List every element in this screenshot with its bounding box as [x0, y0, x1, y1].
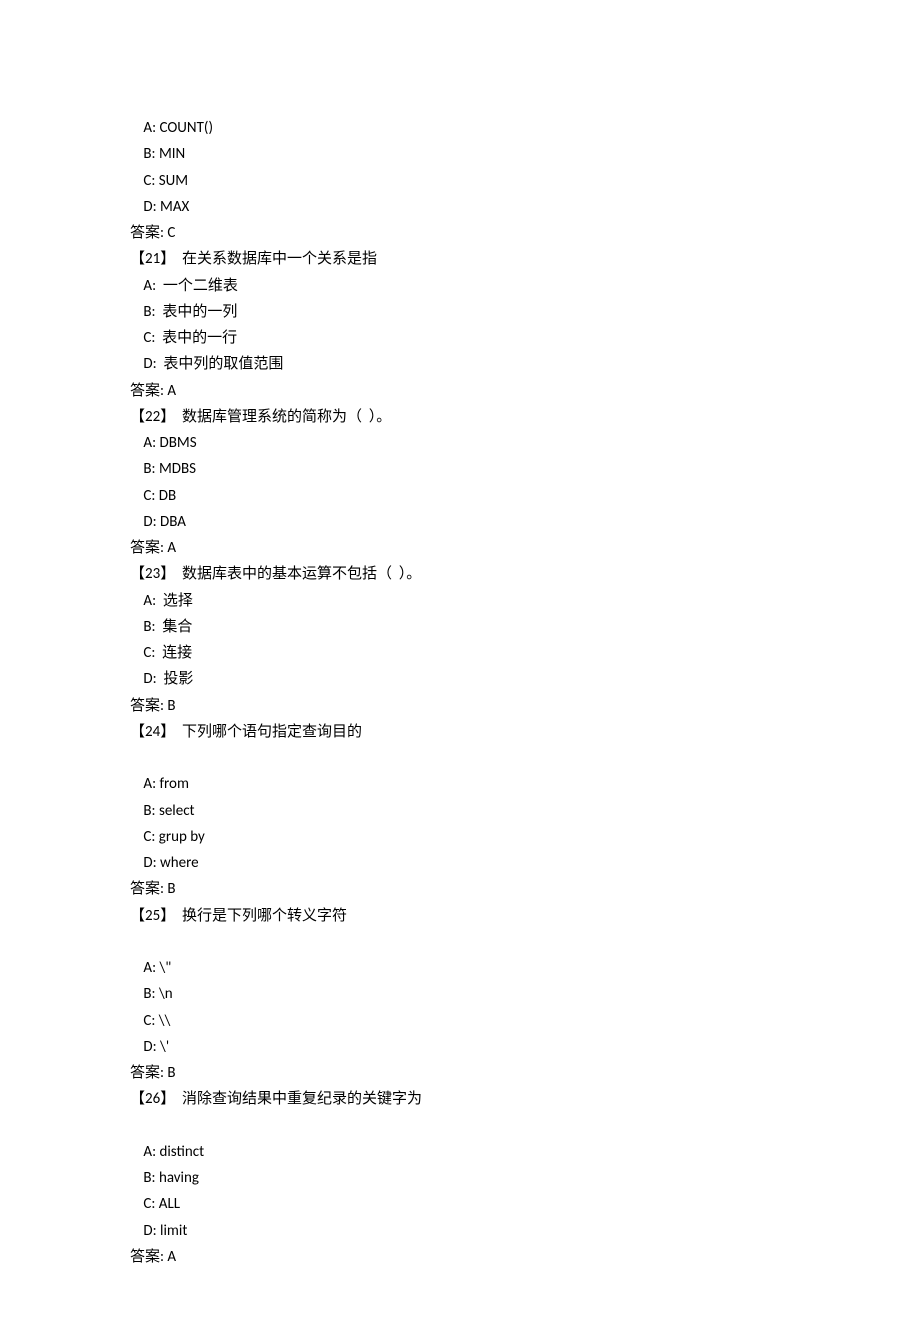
text-line: 【22】 数据库管理系统的简称为（ ）。 [130, 404, 790, 430]
text-line: B: 表中的一列 [130, 299, 790, 325]
text-line: D: where [130, 850, 790, 876]
text-line: 答案: A [130, 535, 790, 561]
text-line: 【23】 数据库表中的基本运算不包括（ ）。 [130, 561, 790, 587]
text-line: D: 表中列的取值范围 [130, 351, 790, 377]
text-line: B: 集合 [130, 614, 790, 640]
text-line: 【24】 下列哪个语句指定查询目的 [130, 719, 790, 745]
text-line: 【25】 换行是下列哪个转义字符 [130, 903, 790, 929]
text-line: D: DBA [130, 509, 790, 535]
text-line: A: COUNT() [130, 115, 790, 141]
text-line: C: \\ [130, 1008, 790, 1034]
text-line: A: from [130, 771, 790, 797]
text-line: A: 选择 [130, 588, 790, 614]
text-line: B: MDBS [130, 456, 790, 482]
text-line: 答案: A [130, 1244, 790, 1270]
document-content: A: COUNT() B: MIN C: SUM D: MAX答案: C【21】… [130, 115, 790, 1270]
text-line: 【21】 在关系数据库中一个关系是指 [130, 246, 790, 272]
text-line: A: 一个二维表 [130, 273, 790, 299]
text-line [130, 929, 790, 955]
text-line: 答案: B [130, 693, 790, 719]
text-line [130, 1113, 790, 1139]
text-line: A: \" [130, 955, 790, 981]
text-line: D: \' [130, 1034, 790, 1060]
text-line: B: select [130, 798, 790, 824]
text-line: 【26】 消除查询结果中重复纪录的关键字为 [130, 1086, 790, 1112]
text-line: B: having [130, 1165, 790, 1191]
text-line [130, 745, 790, 771]
text-line: D: MAX [130, 194, 790, 220]
text-line: 答案: B [130, 876, 790, 902]
text-line: D: 投影 [130, 666, 790, 692]
text-line: D: limit [130, 1218, 790, 1244]
text-line: A: distinct [130, 1139, 790, 1165]
text-line: B: \n [130, 981, 790, 1007]
text-line: A: DBMS [130, 430, 790, 456]
text-line: 答案: A [130, 378, 790, 404]
text-line: C: DB [130, 483, 790, 509]
text-line: B: MIN [130, 141, 790, 167]
text-line: 答案: C [130, 220, 790, 246]
text-line: C: 表中的一行 [130, 325, 790, 351]
text-line: C: 连接 [130, 640, 790, 666]
text-line: 答案: B [130, 1060, 790, 1086]
text-line: C: grup by [130, 824, 790, 850]
text-line: C: ALL [130, 1191, 790, 1217]
text-line: C: SUM [130, 168, 790, 194]
